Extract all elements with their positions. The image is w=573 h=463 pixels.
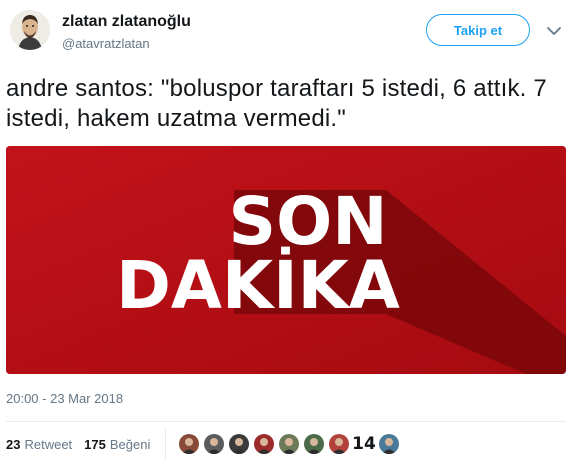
tweet-text: andre santos: "boluspor taraftarı 5 iste… bbox=[6, 75, 547, 132]
author-handle[interactable]: @atavratzlatan bbox=[62, 36, 150, 51]
person-avatar-icon bbox=[179, 434, 199, 454]
person-avatar-icon bbox=[229, 434, 249, 454]
retweet-count[interactable]: 23 Retweet bbox=[6, 437, 72, 452]
author-name[interactable]: zlatan zlatanoğlu bbox=[62, 13, 191, 31]
liker-avatar-7[interactable] bbox=[328, 433, 350, 455]
liker-avatar-3[interactable] bbox=[228, 433, 250, 455]
tweet-timestamp[interactable]: 20:00 - 23 Mar 2018 bbox=[6, 391, 123, 406]
liker-avatar-6[interactable] bbox=[303, 433, 325, 455]
retweet-count-label: Retweet bbox=[24, 436, 73, 452]
person-avatar-icon bbox=[279, 434, 299, 454]
like-count-value: 175 bbox=[84, 436, 106, 452]
stats-separator bbox=[165, 428, 166, 460]
author-avatar[interactable] bbox=[10, 10, 50, 50]
stats-divider-top bbox=[6, 421, 566, 422]
headline-line-2: DAKİKA bbox=[116, 247, 400, 324]
son-dakika-graphic: SON DAKİKA bbox=[6, 146, 566, 374]
chevron-down-icon bbox=[547, 27, 561, 35]
liker-avatar-1[interactable] bbox=[178, 433, 200, 455]
liker-avatar-8[interactable]: 14 bbox=[353, 433, 375, 455]
like-count[interactable]: 175 Beğeni bbox=[84, 437, 150, 452]
person-avatar-icon bbox=[254, 434, 274, 454]
liker-avatar-5[interactable] bbox=[278, 433, 300, 455]
person-avatar-icon bbox=[204, 434, 224, 454]
person-avatar-icon bbox=[329, 434, 349, 454]
follow-button[interactable]: Takip et bbox=[426, 14, 530, 46]
person-avatar-icon bbox=[304, 434, 324, 454]
person-avatar-icon bbox=[379, 434, 399, 454]
more-options-button[interactable] bbox=[545, 22, 563, 40]
liker-avatar-4[interactable] bbox=[253, 433, 275, 455]
tweet-media-image[interactable]: SON DAKİKA bbox=[6, 146, 566, 374]
liker-avatar-text: 14 bbox=[353, 434, 375, 454]
liker-avatars: 14 bbox=[178, 433, 403, 455]
liker-avatar-2[interactable] bbox=[203, 433, 225, 455]
retweet-count-value: 23 bbox=[6, 436, 21, 452]
like-count-label: Beğeni bbox=[109, 436, 151, 452]
person-avatar-icon bbox=[10, 10, 50, 50]
liker-avatar-9[interactable] bbox=[378, 433, 400, 455]
